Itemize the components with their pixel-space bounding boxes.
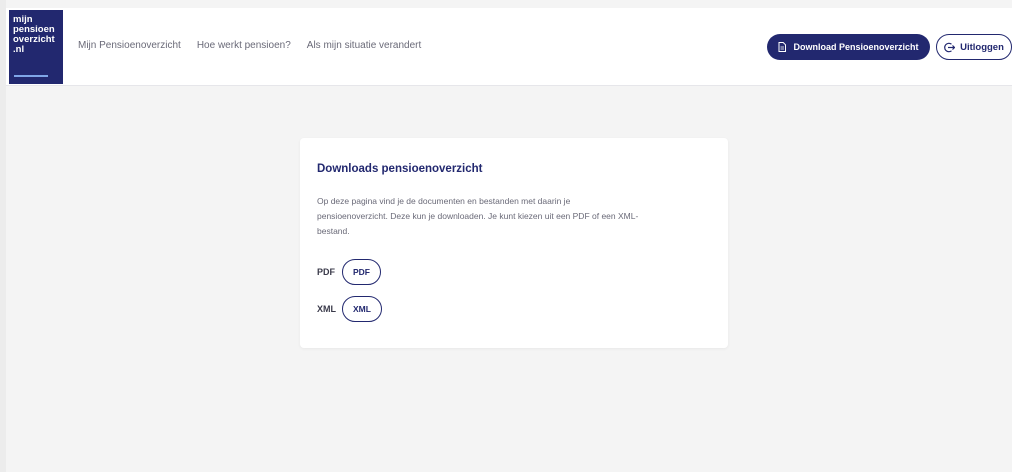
xml-label: XML [317,304,336,314]
xml-download-button[interactable]: XML [342,296,382,322]
download-button-label: Download Pensioenoverzicht [793,42,919,52]
site-header: mijn pensioen overzicht .nl Mijn Pensioe… [6,8,1012,86]
logo-underline [14,75,48,77]
nav-item-hoe-werkt-pensioen[interactable]: Hoe werkt pensioen? [197,40,291,51]
downloads-title: Downloads pensioenoverzicht [317,163,483,175]
logout-button-label: Uitloggen [960,41,1004,53]
description-line: Op deze pagina vind je de documenten en … [317,196,571,206]
download-pensioenoverzicht-button[interactable]: Download Pensioenoverzicht [767,34,930,60]
logo-line-4: .nl [13,44,25,55]
main-nav: Mijn Pensioenoverzicht Hoe werkt pensioe… [78,40,437,51]
logout-icon [944,42,956,53]
nav-item-als-mijn-situatie-verandert[interactable]: Als mijn situatie verandert [307,40,422,51]
document-icon [778,42,787,52]
pdf-download-row: PDF PDF [317,259,381,285]
description-line: pensioenoverzicht. Deze kun je downloade… [317,211,639,221]
logout-button[interactable]: Uitloggen [936,34,1012,60]
pdf-download-button[interactable]: PDF [342,259,381,285]
downloads-description: Op deze pagina vind je de documenten en … [317,194,713,239]
description-line: bestand. [317,226,350,236]
xml-download-row: XML XML [317,296,382,322]
pdf-label: PDF [317,267,335,277]
site-logo[interactable]: mijn pensioen overzicht .nl [9,10,63,84]
nav-item-mijn-pensioenoverzicht[interactable]: Mijn Pensioenoverzicht [78,40,181,51]
